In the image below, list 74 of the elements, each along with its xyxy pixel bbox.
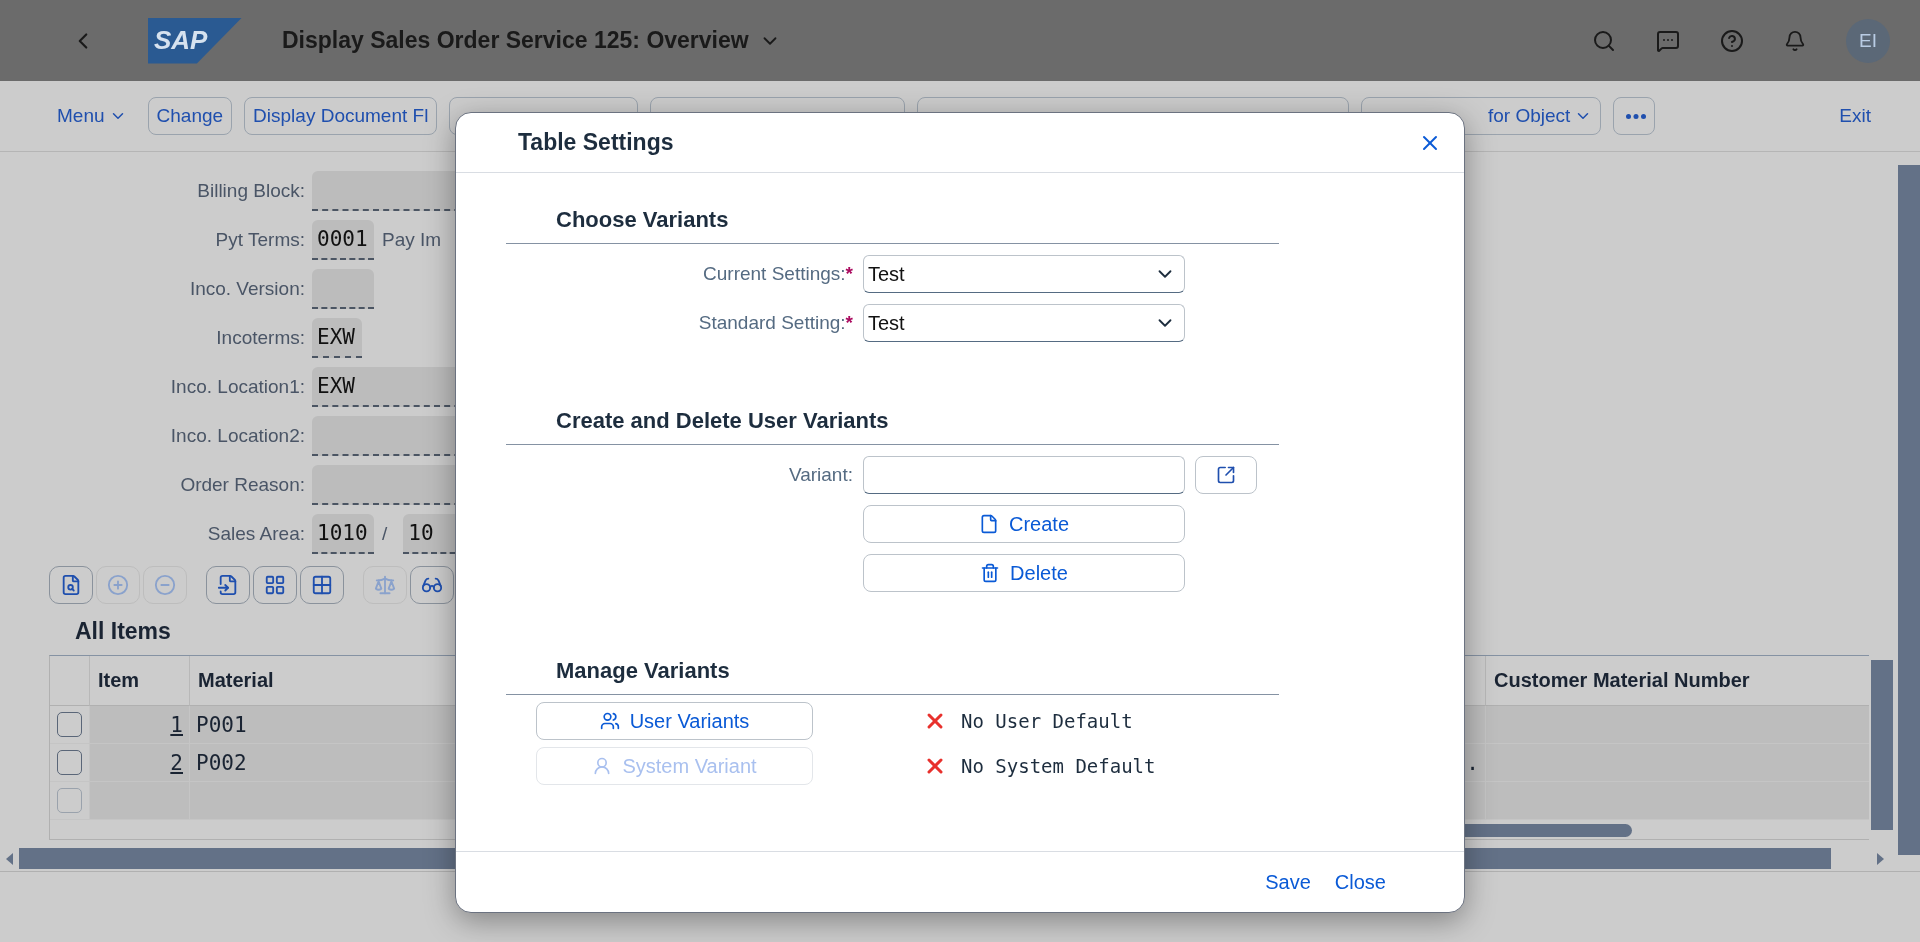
grid-outline-icon — [311, 574, 333, 596]
input-field[interactable]: EXW — [312, 317, 362, 358]
toolbar-icon-button[interactable] — [300, 566, 344, 604]
plus-icon — [107, 574, 129, 596]
toolbar-button[interactable]: Change — [147, 97, 233, 135]
help-icon — [1720, 28, 1744, 53]
footer-button[interactable]: Close — [1326, 864, 1394, 900]
row-checkbox[interactable] — [57, 750, 82, 775]
toolbar-icon-button[interactable] — [206, 566, 250, 604]
input-field[interactable]: 1010 — [312, 513, 374, 554]
chat-icon — [1656, 28, 1680, 53]
field-label: Order Reason: — [179, 473, 305, 496]
field-label: Incoterms: — [215, 326, 305, 349]
search-button[interactable] — [1592, 28, 1616, 53]
import-icon — [217, 574, 239, 596]
help-button[interactable] — [1720, 28, 1744, 53]
search-document-icon — [60, 574, 82, 596]
input-field[interactable] — [863, 456, 1185, 494]
exit-button[interactable]: Exit — [1830, 97, 1880, 135]
field-label: Inco. Version: — [188, 277, 305, 300]
field-label: Inco. Location1: — [169, 375, 305, 398]
chat-button[interactable] — [1656, 28, 1680, 53]
select-field[interactable]: Test — [863, 304, 1185, 342]
status-text: No User Default — [961, 710, 1133, 732]
toolbar-icon-button[interactable] — [410, 566, 454, 604]
field-label: Sales Area: — [206, 522, 305, 545]
toolbar-button[interactable]: Display Document Fl — [244, 97, 438, 135]
minus-icon — [154, 574, 176, 596]
export-icon — [1216, 465, 1236, 485]
users-icon — [599, 711, 620, 731]
field-text: / — [381, 522, 389, 545]
footer-button[interactable]: Save — [1257, 864, 1319, 900]
grid-icon — [264, 574, 286, 596]
field-label: Billing Block: — [196, 179, 305, 202]
status-text: No System Default — [961, 755, 1156, 777]
variant-button[interactable]: User Variants — [536, 702, 813, 740]
input-field[interactable] — [312, 268, 374, 309]
document-icon — [979, 514, 999, 534]
scrollbar-thumb[interactable] — [1898, 165, 1920, 855]
toolbar-icon-button[interactable] — [253, 566, 297, 604]
bell-icon — [1784, 29, 1806, 52]
create-button[interactable]: Create — [863, 505, 1185, 543]
section-title: Manage Variants — [506, 658, 1279, 695]
toolbar-icon-button[interactable] — [49, 566, 93, 604]
scale-icon — [374, 574, 396, 596]
select-field[interactable]: Test — [863, 255, 1185, 293]
delete-button[interactable]: Delete — [863, 554, 1185, 592]
scroll-right-icon[interactable] — [1877, 852, 1884, 865]
notifications-button[interactable] — [1784, 29, 1806, 52]
table-cell[interactable]: 2 — [89, 744, 189, 782]
page-title[interactable]: Display Sales Order Service 125: Overview — [282, 27, 781, 54]
field-label: Inco. Location2: — [169, 424, 305, 447]
scrollbar-thumb[interactable] — [1871, 660, 1893, 830]
field-label: Current Settings:* — [702, 263, 853, 285]
row-checkbox[interactable] — [57, 788, 82, 813]
menu-button[interactable]: Menu — [48, 97, 136, 135]
user-avatar[interactable]: EI — [1846, 18, 1890, 63]
table-title: All Items — [75, 618, 171, 645]
field-text: Pay Im — [381, 228, 443, 251]
row-checkbox[interactable] — [57, 712, 82, 737]
ellipsis-icon — [1626, 113, 1647, 119]
input-field[interactable]: 0001 — [312, 219, 374, 260]
trash-icon — [980, 563, 1001, 583]
field-label: Pyt Terms: — [214, 228, 305, 251]
field-label: Variant: — [787, 464, 853, 486]
dialog-title: Table Settings — [518, 129, 674, 156]
search-icon — [1592, 28, 1616, 53]
field-label: Standard Setting:* — [697, 312, 853, 334]
section-title: Create and Delete User Variants — [506, 408, 1279, 445]
export-button[interactable] — [1195, 456, 1257, 494]
section-title: Choose Variants — [506, 207, 1279, 244]
table-cell[interactable]: 1 — [89, 706, 189, 744]
logo: SAP — [148, 17, 242, 64]
overflow-button[interactable] — [1613, 97, 1656, 135]
